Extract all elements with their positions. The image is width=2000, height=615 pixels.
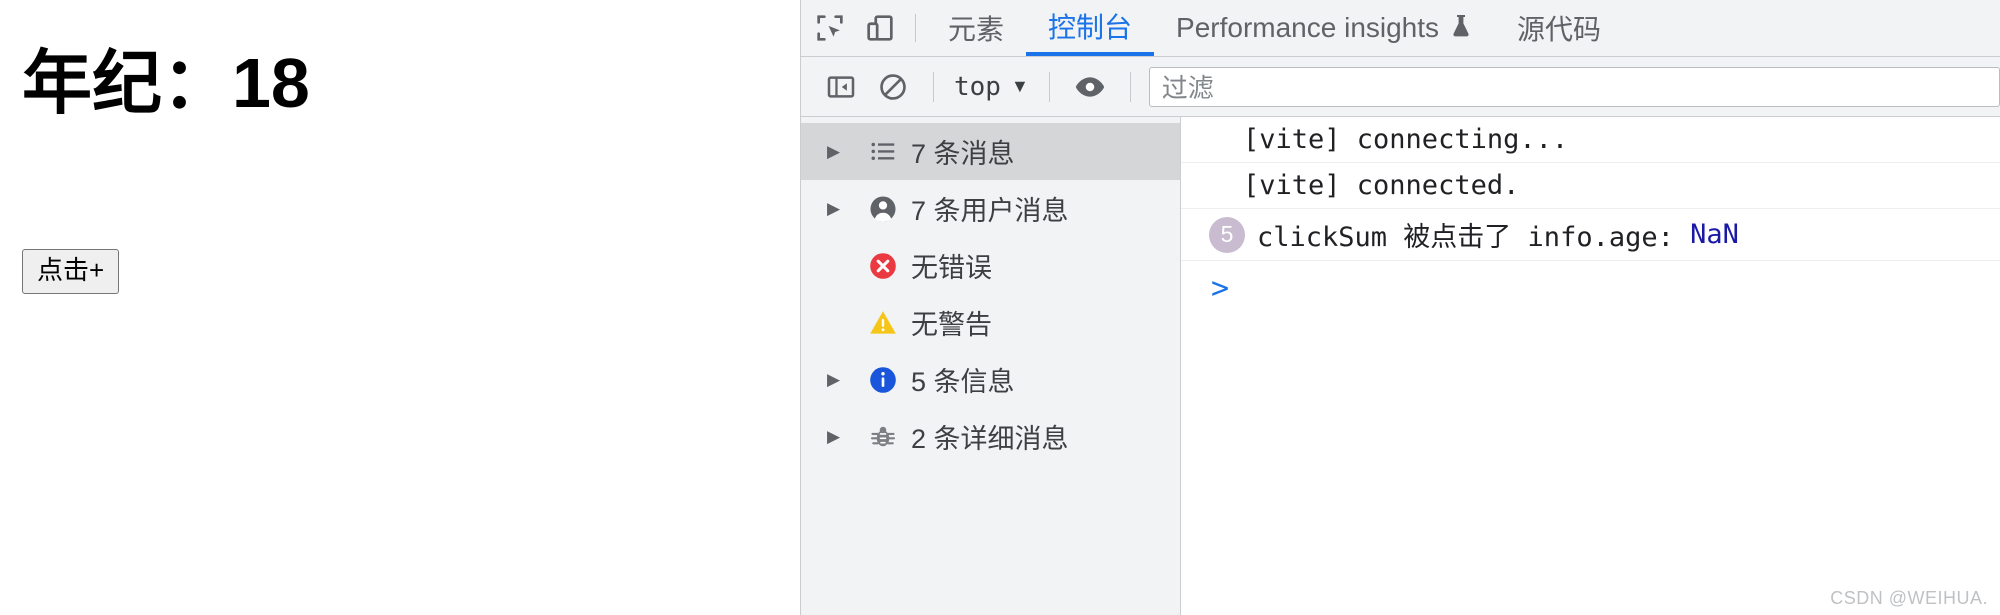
sidebar-item-label: 无警告 bbox=[911, 310, 992, 340]
execution-context-label: top bbox=[954, 71, 1001, 102]
console-body: ▶ 7 条消息 ▶ 7 条用户消息 无错误 无警告 ▶ 5 条信息 ▶ 2 条详… bbox=[801, 117, 2000, 615]
watermark: CSDN @WEIHUA. bbox=[1830, 588, 1988, 608]
click-plus-button[interactable]: 点击+ bbox=[22, 249, 120, 294]
console-toolbar: top ▼ 过滤 bbox=[801, 57, 2000, 117]
sidebar-item-all-messages[interactable]: ▶ 7 条消息 bbox=[801, 123, 1180, 180]
execution-context-selector[interactable]: top ▼ bbox=[948, 72, 1035, 102]
console-message-text: clickSum 被点击了 info.age: bbox=[1257, 222, 1674, 253]
warning-icon bbox=[861, 307, 905, 339]
tab-sources-label: 源代码 bbox=[1517, 14, 1602, 45]
console-message-value: NaN bbox=[1690, 219, 1739, 250]
sidebar-item-info[interactable]: ▶ 5 条信息 bbox=[801, 351, 1180, 408]
error-icon bbox=[861, 250, 905, 282]
sidebar-item-label: 5 条信息 bbox=[911, 367, 1015, 397]
console-message-row[interactable]: [vite] connected. bbox=[1181, 163, 2000, 209]
show-console-sidebar-icon[interactable] bbox=[815, 65, 867, 109]
user-icon bbox=[861, 193, 905, 225]
console-message-list: [vite] connecting... [vite] connected. 5… bbox=[1181, 117, 2000, 615]
tab-elements[interactable]: 元素 bbox=[926, 0, 1026, 56]
verbose-bug-icon bbox=[861, 422, 905, 452]
console-prompt-caret: > bbox=[1211, 270, 1230, 306]
chevron-right-icon[interactable]: ▶ bbox=[827, 371, 861, 388]
sidebar-item-label: 7 条用户消息 bbox=[911, 196, 1069, 226]
console-toolbar-divider-2 bbox=[1048, 71, 1050, 102]
sidebar-item-verbose[interactable]: ▶ 2 条详细消息 bbox=[801, 408, 1180, 465]
list-icon bbox=[861, 137, 905, 167]
tab-performance-insights[interactable]: Performance insights bbox=[1154, 0, 1495, 56]
tab-console-label: 控制台 bbox=[1048, 12, 1133, 43]
sidebar-item-errors[interactable]: 无错误 bbox=[801, 237, 1180, 294]
clear-console-icon[interactable] bbox=[867, 65, 919, 109]
console-message-text: [vite] connected. bbox=[1243, 170, 1520, 201]
sidebar-item-user-messages[interactable]: ▶ 7 条用户消息 bbox=[801, 180, 1180, 237]
console-message-text: [vite] connecting... bbox=[1243, 124, 1569, 155]
device-toolbar-icon[interactable] bbox=[855, 5, 905, 51]
sidebar-item-label: 无错误 bbox=[911, 253, 992, 283]
flask-icon bbox=[1449, 13, 1473, 43]
chevron-right-icon[interactable]: ▶ bbox=[827, 143, 861, 160]
console-sidebar: ▶ 7 条消息 ▶ 7 条用户消息 无错误 无警告 ▶ 5 条信息 ▶ 2 条详… bbox=[801, 117, 1181, 615]
page-title: 年纪：18 bbox=[22, 44, 310, 122]
inspect-element-icon[interactable] bbox=[805, 5, 855, 51]
web-page-viewport: 年纪：18 点击+ bbox=[0, 0, 800, 615]
sidebar-item-label: 7 条消息 bbox=[911, 139, 1015, 169]
sidebar-item-warnings[interactable]: 无警告 bbox=[801, 294, 1180, 351]
console-toolbar-divider-1 bbox=[933, 71, 934, 102]
sidebar-item-label: 2 条详细消息 bbox=[911, 424, 1069, 454]
chevron-down-icon: ▼ bbox=[1010, 76, 1029, 96]
tab-console[interactable]: 控制台 bbox=[1026, 0, 1155, 56]
devtools-tabbar: 元素 控制台 Performance insights 源代码 bbox=[801, 0, 2000, 57]
console-message-row[interactable]: [vite] connecting... bbox=[1181, 117, 2000, 163]
tab-performance-insights-label: Performance insights bbox=[1176, 12, 1440, 43]
tab-elements-label: 元素 bbox=[948, 14, 1005, 45]
chevron-right-icon[interactable]: ▶ bbox=[827, 428, 861, 445]
tabbar-divider bbox=[915, 14, 916, 42]
filter-placeholder: 过滤 bbox=[1161, 73, 1214, 103]
console-prompt[interactable]: > bbox=[1181, 261, 2000, 315]
info-icon bbox=[861, 364, 905, 396]
tab-sources[interactable]: 源代码 bbox=[1495, 0, 1623, 56]
message-repeat-count-badge: 5 bbox=[1209, 216, 1245, 253]
live-expression-icon[interactable] bbox=[1064, 65, 1116, 109]
filter-input[interactable]: 过滤 bbox=[1148, 66, 2000, 107]
console-toolbar-divider-3 bbox=[1129, 71, 1131, 102]
console-message-row[interactable]: 5 clickSum 被点击了 info.age: NaN bbox=[1181, 209, 2000, 261]
devtools-panel: 元素 控制台 Performance insights 源代码 top ▼ 过滤… bbox=[800, 0, 2000, 615]
chevron-right-icon[interactable]: ▶ bbox=[827, 200, 861, 217]
